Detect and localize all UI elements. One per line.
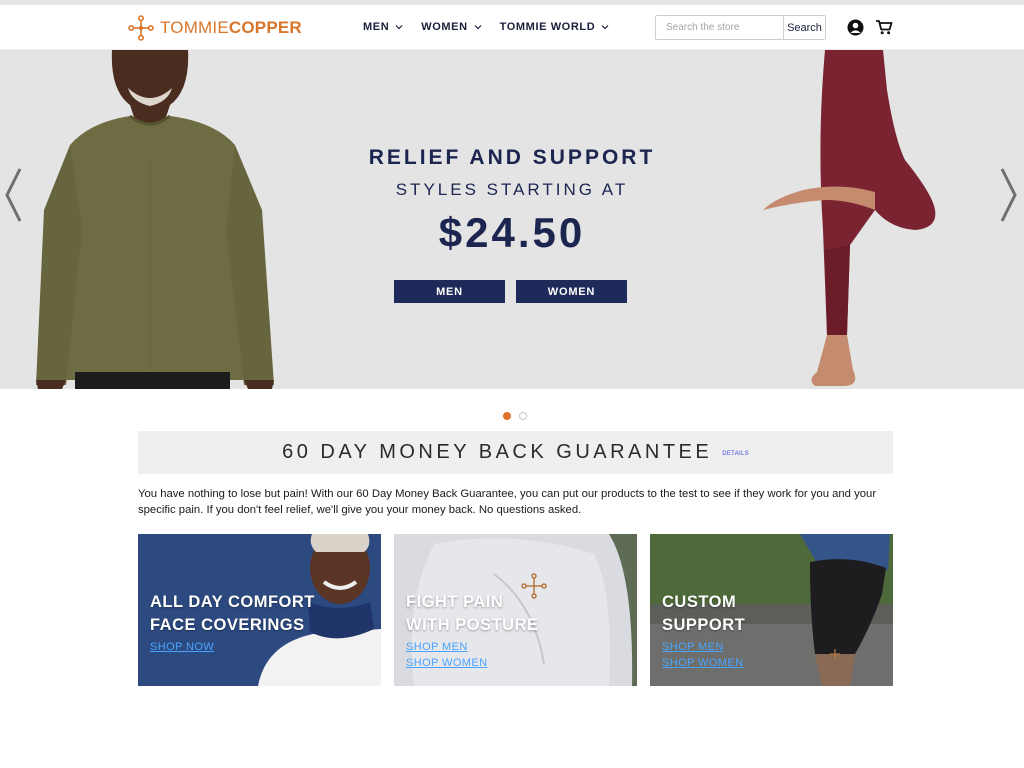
- hero-price: $24.50: [438, 209, 586, 256]
- nav-item-label: WOMEN: [421, 21, 468, 33]
- tile-title: CUSTOM SUPPORT: [662, 591, 745, 637]
- promo-tile-custom-support[interactable]: CUSTOM SUPPORT SHOP MEN SHOP WOMEN: [650, 534, 893, 686]
- tile-title: FIGHT PAIN WITH POSTURE: [406, 591, 539, 637]
- brand-logo[interactable]: TOMMIECOPPER: [128, 14, 302, 42]
- promo-tile-face-coverings[interactable]: ALL DAY COMFORT FACE COVERINGS SHOP NOW: [138, 534, 381, 686]
- search-input[interactable]: [656, 16, 783, 39]
- chevron-down-icon: [474, 25, 482, 30]
- site-header: TOMMIECOPPER MEN WOMEN TOMMIE WORLD Sear…: [0, 5, 1024, 50]
- shop-now-link[interactable]: SHOP NOW: [150, 641, 214, 653]
- search-bar: Search: [655, 15, 826, 40]
- search-button[interactable]: Search: [783, 16, 825, 39]
- hero-banner: RELIEF AND SUPPORT STYLES STARTING AT $2…: [0, 50, 1024, 389]
- guarantee-banner: 60 DAY MONEY BACK GUARANTEE DETAILS: [138, 431, 893, 474]
- hero-model-women-image: [763, 50, 936, 386]
- tile-title-line: FIGHT PAIN: [406, 593, 504, 611]
- shop-men-link[interactable]: SHOP MEN: [406, 641, 468, 653]
- promo-tile-posture[interactable]: FIGHT PAIN WITH POSTURE SHOP MEN SHOP WO…: [394, 534, 637, 686]
- brand-name: TOMMIECOPPER: [160, 18, 302, 38]
- hero-copy: RELIEF AND SUPPORT STYLES STARTING AT $2…: [340, 146, 684, 254]
- brand-name-part2: COPPER: [228, 18, 302, 37]
- guarantee-title: 60 DAY MONEY BACK GUARANTEE: [282, 441, 713, 463]
- tile-title-line: CUSTOM: [662, 593, 737, 611]
- chevron-down-icon: [395, 25, 403, 30]
- nav-item-label: TOMMIE WORLD: [499, 21, 596, 33]
- shop-women-link[interactable]: SHOP WOMEN: [406, 657, 487, 669]
- carousel-dot-1[interactable]: [503, 412, 511, 420]
- nav-item-label: MEN: [363, 21, 390, 33]
- carousel-dots: [503, 412, 527, 420]
- guarantee-body: You have nothing to lose but pain! With …: [138, 488, 877, 516]
- nav-item-men[interactable]: MEN: [363, 19, 403, 35]
- main-nav: MEN WOMEN TOMMIE WORLD: [363, 19, 609, 35]
- cart-icon[interactable]: [875, 18, 893, 36]
- hero-buttons: MEN WOMEN: [394, 280, 627, 303]
- chevron-down-icon: [601, 25, 609, 30]
- tile-title-line: FACE COVERINGS: [150, 616, 305, 634]
- nav-item-tommie-world[interactable]: TOMMIE WORLD: [500, 19, 610, 35]
- chevron-right-icon[interactable]: [998, 165, 1020, 225]
- tile-title: ALL DAY COMFORT FACE COVERINGS: [150, 591, 315, 637]
- shop-women-button[interactable]: WOMEN: [516, 280, 627, 303]
- chevron-left-icon[interactable]: [2, 165, 24, 225]
- brand-name-part1: TOMMIE: [160, 18, 229, 37]
- nav-item-women[interactable]: WOMEN: [421, 19, 482, 35]
- shop-women-link[interactable]: SHOP WOMEN: [662, 657, 743, 669]
- tile-title-line: SUPPORT: [662, 616, 746, 634]
- hero-subheadline: STYLES STARTING AT: [395, 180, 629, 199]
- details-link[interactable]: DETAILS: [722, 451, 749, 457]
- tile-title-line: WITH POSTURE: [406, 616, 539, 634]
- tile-title-line: ALL DAY COMFORT: [150, 593, 315, 611]
- shop-men-button[interactable]: MEN: [394, 280, 505, 303]
- carousel-dot-2[interactable]: [519, 412, 527, 420]
- brand-mark-icon: [128, 15, 154, 41]
- shop-men-link[interactable]: SHOP MEN: [662, 641, 724, 653]
- hero-headline: RELIEF AND SUPPORT: [368, 146, 656, 169]
- hero-model-men-image: [36, 50, 274, 389]
- user-icon[interactable]: [847, 19, 864, 36]
